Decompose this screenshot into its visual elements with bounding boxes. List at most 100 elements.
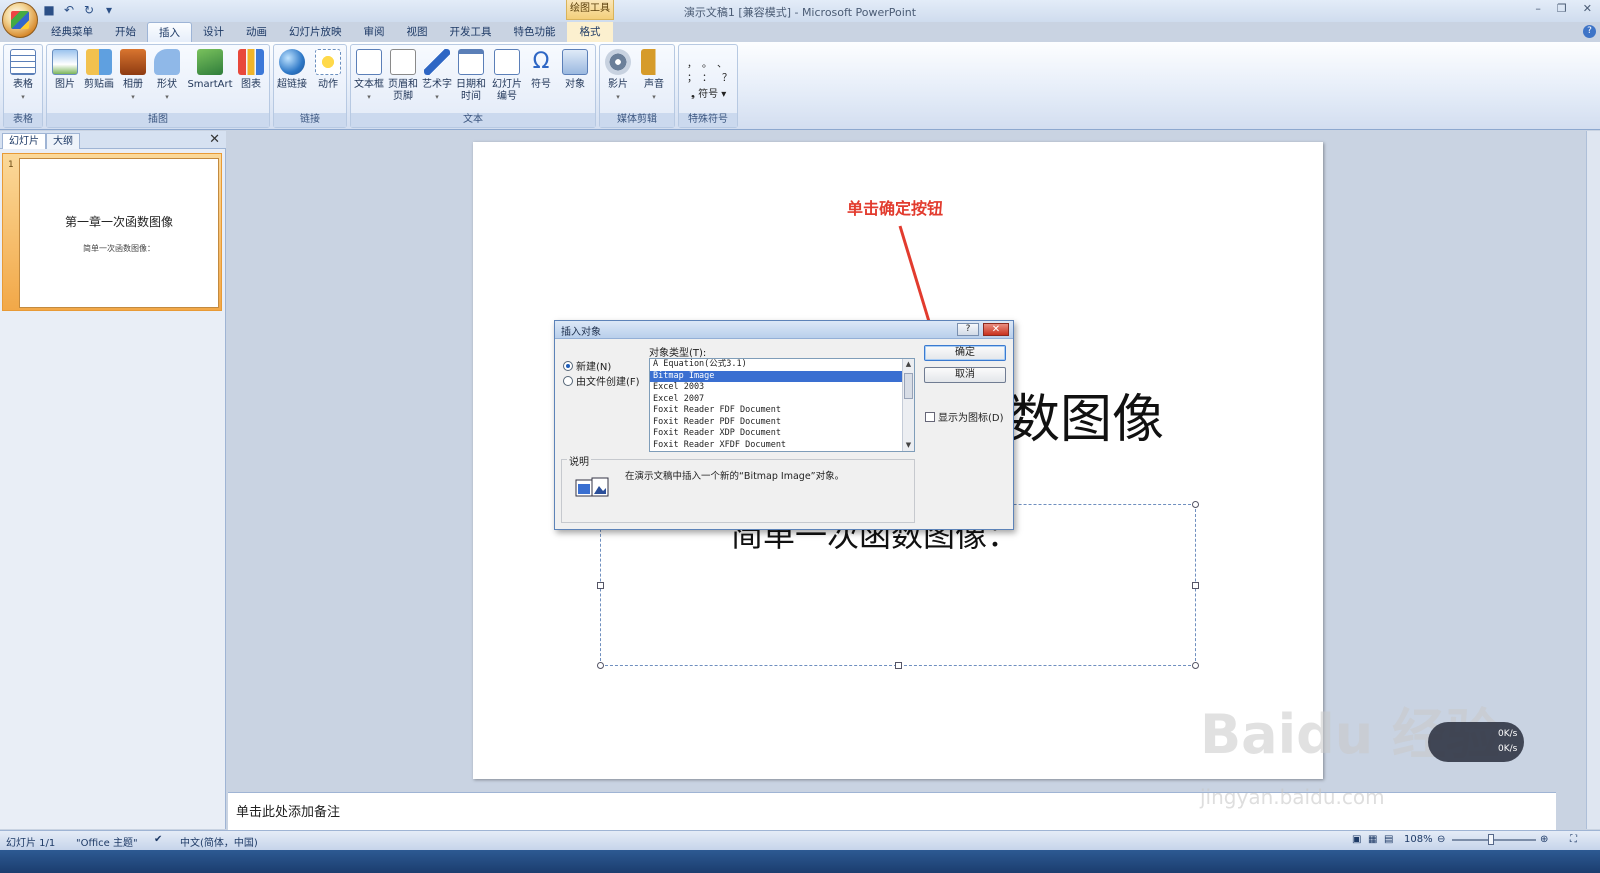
help-icon[interactable]: ? <box>1583 25 1596 38</box>
slide-sorter-icon[interactable]: ▦ <box>1368 834 1377 845</box>
normal-view-icon[interactable]: ▣ <box>1352 834 1361 845</box>
object-icon <box>562 49 588 75</box>
tab-developer[interactable]: 开发工具 <box>439 22 503 42</box>
editor-vertical-scrollbar[interactable] <box>1586 131 1600 829</box>
show-as-icon-checkbox[interactable]: 显示为图标(D) <box>925 409 1004 424</box>
notes-placeholder[interactable]: 单击此处添加备注 <box>236 801 340 820</box>
status-theme: "Office 主题" <box>76 838 138 849</box>
dialog-close-button[interactable]: ✕ <box>983 323 1009 336</box>
resize-handle[interactable] <box>1192 582 1199 589</box>
tab-animations[interactable]: 动画 <box>235 22 278 42</box>
resize-handle[interactable] <box>895 662 902 669</box>
dialog-help-button[interactable]: ? <box>957 323 979 336</box>
ok-button[interactable]: 确定 <box>924 345 1006 361</box>
tab-outline[interactable]: 大纲 <box>46 133 80 149</box>
album-icon <box>120 49 146 75</box>
zoom-out-icon[interactable]: ⊖ <box>1437 834 1445 845</box>
radio-new[interactable]: 新建(N) <box>563 358 611 373</box>
spell-check-icon[interactable]: ✔ <box>154 834 162 845</box>
resize-handle[interactable] <box>597 662 604 669</box>
scroll-down-icon[interactable]: ▼ <box>903 440 914 451</box>
tab-insert[interactable]: 插入 <box>147 22 192 42</box>
list-item[interactable]: Foxit Reader PDF Document <box>650 417 914 429</box>
clipart-button[interactable]: 剪贴画 <box>83 49 115 91</box>
picture-button[interactable]: 图片 <box>49 49 81 91</box>
punctuation-icons[interactable]: ，。、 <box>687 55 737 70</box>
movie-button-label: 影片 <box>608 79 628 90</box>
tab-features[interactable]: 特色功能 <box>503 22 567 42</box>
tab-classic-menu[interactable]: 经典菜单 <box>40 22 104 42</box>
list-item[interactable]: Excel 2003 <box>650 382 914 394</box>
close-icon[interactable]: ✕ <box>209 132 220 147</box>
object-button[interactable]: 对象 <box>559 49 591 91</box>
restore-icon[interactable]: ❐ <box>1557 2 1567 15</box>
datetime-button[interactable]: 日期和 时间 <box>455 49 487 103</box>
resize-handle[interactable] <box>1192 662 1199 669</box>
tab-review[interactable]: 审阅 <box>353 22 396 42</box>
minimize-icon[interactable]: – <box>1535 2 1541 15</box>
album-button[interactable]: 相册 ▾ <box>117 49 149 103</box>
thumbnail-title: 第一章一次函数图像 <box>64 215 173 229</box>
dialog-titlebar[interactable]: 插入对象 ? ✕ <box>555 321 1013 339</box>
wordart-button[interactable]: 艺术字 ▾ <box>421 49 453 103</box>
chart-button[interactable]: 图表 <box>235 49 267 91</box>
resize-handle[interactable] <box>1192 501 1199 508</box>
action-button[interactable]: 动作 <box>312 49 344 91</box>
network-monitor-widget[interactable]: 0K/s 0K/s <box>1428 722 1524 762</box>
slide-thumbnail-selected[interactable]: 1 第一章一次函数图像 简单一次函数图像： <box>2 153 222 311</box>
picture-icon <box>52 49 78 75</box>
close-icon[interactable]: ✕ <box>1583 2 1592 15</box>
movie-button[interactable]: 影片 ▾ <box>602 49 634 103</box>
hyperlink-button[interactable]: 超链接 <box>276 49 308 91</box>
tab-format[interactable]: 格式 <box>567 22 613 42</box>
status-slide-info: 幻灯片 1/1 <box>6 838 56 849</box>
table-icon <box>10 49 36 75</box>
slide-number-label-2: 编号 <box>497 91 517 102</box>
tab-slideshow[interactable]: 幻灯片放映 <box>278 22 353 42</box>
ribbon: 表格▾ 表格 图片 剪贴画 相册▾ 形状▾ SmartArt 图表 插图 <box>0 42 1600 130</box>
table-button[interactable]: 表格 ▾ <box>7 49 39 103</box>
tab-design[interactable]: 设计 <box>192 22 235 42</box>
radio-from-file[interactable]: 由文件创建(F) <box>563 373 640 388</box>
zoom-in-icon[interactable]: ⊕ <box>1540 834 1548 845</box>
tab-view[interactable]: 视图 <box>396 22 439 42</box>
status-language[interactable]: 中文(简体，中国) <box>180 834 258 849</box>
shapes-button[interactable]: 形状 ▾ <box>151 49 183 103</box>
list-item[interactable]: Foxit Reader XFDF Document <box>650 440 914 452</box>
cancel-button[interactable]: 取消 <box>924 367 1006 383</box>
watermark-url: jingyan.baidu.com <box>1200 785 1385 809</box>
slides-pane: 幻灯片 大纲 ✕ 1 第一章一次函数图像 简单一次函数图像： <box>0 131 226 829</box>
tab-slides[interactable]: 幻灯片 <box>2 133 46 149</box>
fit-window-icon[interactable]: ⛶ <box>1570 834 1577 845</box>
zoom-slider[interactable] <box>1452 839 1536 841</box>
list-item[interactable]: Foxit Reader XDP Document <box>650 428 914 440</box>
header-footer-button[interactable]: 页眉和 页脚 <box>387 49 419 103</box>
list-item[interactable]: A Equation(公式3.1) <box>650 359 914 371</box>
zoom-level[interactable]: 108% <box>1404 834 1433 845</box>
scroll-up-icon[interactable]: ▲ <box>903 359 914 370</box>
tab-home[interactable]: 开始 <box>104 22 147 42</box>
list-scrollbar[interactable]: ▲ ▼ <box>902 359 914 451</box>
slide-thumbnail[interactable]: 第一章一次函数图像 简单一次函数图像： <box>19 158 219 308</box>
slide-number-button[interactable]: 幻灯片 编号 <box>491 49 523 103</box>
special-symbol-button[interactable]: ❟ 符号 ▾ <box>691 85 726 100</box>
list-item-selected[interactable]: Bitmap Image <box>650 370 914 382</box>
resize-handle[interactable] <box>597 582 604 589</box>
object-type-list[interactable]: A Equation(公式3.1) Bitmap Image Excel 200… <box>649 358 915 452</box>
thumbnail-subtitle: 简单一次函数图像： <box>83 244 155 253</box>
smartart-button[interactable]: SmartArt <box>187 49 233 91</box>
slideshow-view-icon[interactable]: ▤ <box>1384 834 1393 845</box>
sound-button[interactable]: 声音 ▾ <box>638 49 670 103</box>
list-item[interactable]: Foxit Reader FDF Document <box>650 405 914 417</box>
list-item[interactable]: Excel 2007 <box>650 394 914 406</box>
symbol-button[interactable]: Ω 符号 <box>525 49 557 91</box>
hyperlink-button-label: 超链接 <box>277 79 307 90</box>
shapes-button-label: 形状 <box>157 79 177 90</box>
scroll-thumb[interactable] <box>904 373 913 399</box>
slide-title[interactable]: 数图像 <box>1008 377 1164 452</box>
zoom-slider-knob[interactable] <box>1488 834 1494 845</box>
office-button[interactable] <box>2 2 38 38</box>
textbox-button[interactable]: 文本框 ▾ <box>353 49 385 103</box>
ribbon-tabs: 经典菜单 开始 插入 设计 动画 幻灯片放映 审阅 视图 开发工具 特色功能 <box>40 22 567 42</box>
punctuation-icons-2[interactable]: ；：？ <box>687 69 742 84</box>
